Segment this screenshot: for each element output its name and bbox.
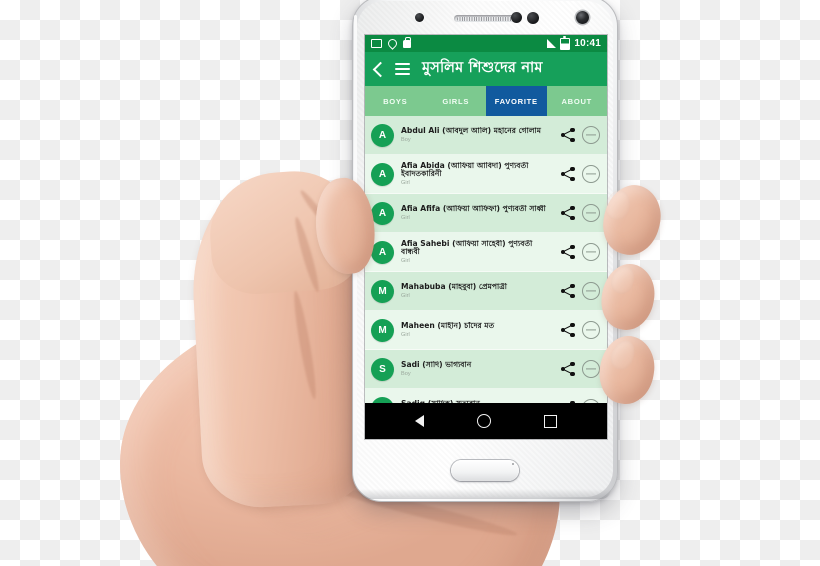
status-bar-left-icons xyxy=(371,37,411,50)
share-icon[interactable] xyxy=(560,401,575,403)
name-label: Sadi (সাদি) ভাগ্যবান xyxy=(401,361,472,370)
smartphone: 10:41 মুসলিম শিশুদের নাম BOYS GIRLS FAVO… xyxy=(352,0,618,502)
phone-bottom-shading xyxy=(359,489,611,499)
avatar: M xyxy=(371,318,394,342)
avatar: A xyxy=(371,123,394,147)
page-title: মুসলিম শিশুদের নাম xyxy=(422,60,543,76)
name-label: Sadiq (সাদিক) সত্যবান xyxy=(401,400,553,403)
list-item-text: Sadi (সাদি) ভাগ্যবান Boy xyxy=(401,361,553,377)
name-label: Abdul Ali (আবদুল আলি) মহানের গোলাম xyxy=(401,127,541,136)
remove-from-favorites-icon[interactable] xyxy=(582,282,600,300)
name-label: Mahabuba (মাহবুবা) প্রেমপাত্রী xyxy=(401,283,507,292)
name-label: Afia Afifa (আফিয়া আফিফা) পুণ্যবতী সাধ্ব… xyxy=(401,205,546,214)
remove-from-favorites-icon[interactable] xyxy=(582,165,600,183)
avatar: S xyxy=(371,357,394,381)
remove-from-favorites-icon[interactable] xyxy=(582,321,600,339)
list-item[interactable]: A Afia Afifa (আফিয়া আফিফা) পুণ্যবতী সাধ… xyxy=(365,194,607,233)
thumb-tip xyxy=(205,166,365,298)
list-item[interactable]: S Sadi (সাদি) ভাগ্যবান Boy xyxy=(365,350,607,389)
nav-back-icon[interactable] xyxy=(415,415,425,427)
list-item[interactable]: A Afia Sahebi (আফিয়া সাহেবী) পুণ্যবতী ব… xyxy=(365,233,607,272)
proximity-sensor xyxy=(527,12,539,24)
list-item-text: Maheen (মাহীন) চাঁদের মত Girl xyxy=(401,322,553,338)
phone-screen: 10:41 মুসলিম শিশুদের নাম BOYS GIRLS FAVO… xyxy=(365,35,607,439)
app-bar: মুসলিম শিশুদের নাম xyxy=(365,52,607,86)
tab-bar: BOYS GIRLS FAVORITE ABOUT xyxy=(365,86,607,116)
list-item-text: Mahabuba (মাহবুবা) প্রেমপাত্রী Girl xyxy=(401,283,553,299)
favorites-list[interactable]: A Abdul Ali (আবদুল আলি) মহানের গোলাম Boy… xyxy=(365,116,607,403)
list-item-text: Afia Abida (আফিয়া আবিদা) পুণ্যবতী ইবাদত… xyxy=(401,162,553,186)
tab-girls[interactable]: GIRLS xyxy=(425,86,486,116)
share-icon[interactable] xyxy=(560,323,575,338)
gender-label: Girl xyxy=(401,179,410,186)
back-icon[interactable] xyxy=(372,61,389,77)
proximity-sensor xyxy=(511,12,522,23)
gender-label: Boy xyxy=(401,370,411,377)
list-item-text: Abdul Ali (আবদুল আলি) মহানের গোলাম Boy xyxy=(401,127,553,143)
phone-edge-highlight xyxy=(354,15,357,435)
gender-label: Girl xyxy=(401,214,410,221)
screenshot-icon xyxy=(371,39,382,48)
android-navigation-bar xyxy=(365,403,607,439)
remove-from-favorites-icon[interactable] xyxy=(582,399,600,403)
bag-icon xyxy=(403,37,411,48)
remove-from-favorites-icon[interactable] xyxy=(582,243,600,261)
tab-about[interactable]: ABOUT xyxy=(546,86,607,116)
screenshot-canvas: 10:41 মুসলিম শিশুদের নাম BOYS GIRLS FAVO… xyxy=(0,0,820,566)
gender-label: Girl xyxy=(401,331,410,338)
list-item-text: Sadiq (সাদিক) সত্যবান Boy xyxy=(401,400,553,403)
nav-home-icon[interactable] xyxy=(476,414,491,428)
avatar: S xyxy=(371,396,394,403)
share-icon[interactable] xyxy=(560,362,575,377)
share-icon[interactable] xyxy=(560,284,575,299)
list-item[interactable]: M Mahabuba (মাহবুবা) প্রেমপাত্রী Girl xyxy=(365,272,607,311)
gender-label: Girl xyxy=(401,257,410,264)
tab-boys[interactable]: BOYS xyxy=(365,86,426,116)
list-item[interactable]: A Abdul Ali (আবদুল আলি) মহানের গোলাম Boy xyxy=(365,116,607,155)
share-icon[interactable] xyxy=(560,245,575,260)
remove-from-favorites-icon[interactable] xyxy=(582,204,600,222)
avatar: A xyxy=(371,201,394,225)
status-bar: 10:41 xyxy=(365,35,607,52)
share-icon[interactable] xyxy=(560,167,575,182)
avatar: A xyxy=(371,240,394,264)
list-item-text: Afia Sahebi (আফিয়া সাহেবী) পুণ্যবতী বান… xyxy=(401,240,553,264)
gender-label: Boy xyxy=(401,136,411,143)
gender-label: Girl xyxy=(401,292,410,299)
location-pin-icon xyxy=(386,37,399,50)
list-item-text: Afia Afifa (আফিয়া আফিফা) পুণ্যবতী সাধ্ব… xyxy=(401,205,553,221)
front-camera xyxy=(576,11,589,24)
list-item[interactable]: M Maheen (মাহীন) চাঁদের মত Girl xyxy=(365,311,607,350)
share-icon[interactable] xyxy=(560,206,575,221)
physical-home-button[interactable] xyxy=(451,460,519,481)
status-bar-clock: 10:41 xyxy=(574,38,601,49)
remove-from-favorites-icon[interactable] xyxy=(582,360,600,378)
name-label: Maheen (মাহীন) চাঁদের মত xyxy=(401,322,495,331)
signal-icon xyxy=(547,39,557,48)
nav-recents-icon[interactable] xyxy=(543,414,557,428)
name-label: Afia Sahebi (আফিয়া সাহেবী) পুণ্যবতী বান… xyxy=(401,239,533,257)
share-icon[interactable] xyxy=(560,128,575,143)
tab-favorite[interactable]: FAVORITE xyxy=(486,86,547,116)
avatar: M xyxy=(371,279,394,303)
list-item[interactable]: A Afia Abida (আফিয়া আবিদা) পুণ্যবতী ইবা… xyxy=(365,155,607,194)
remove-from-favorites-icon[interactable] xyxy=(582,126,600,144)
menu-icon[interactable] xyxy=(395,61,410,77)
name-label: Afia Abida (আফিয়া আবিদা) পুণ্যবতী ইবাদত… xyxy=(401,161,529,179)
earpiece-speaker xyxy=(454,15,516,22)
status-bar-right-icons: 10:41 xyxy=(547,36,601,50)
battery-icon xyxy=(560,36,571,50)
proximity-sensor xyxy=(415,13,424,22)
avatar: A xyxy=(371,162,394,186)
list-item[interactable]: S Sadiq (সাদিক) সত্যবান Boy xyxy=(365,389,607,403)
